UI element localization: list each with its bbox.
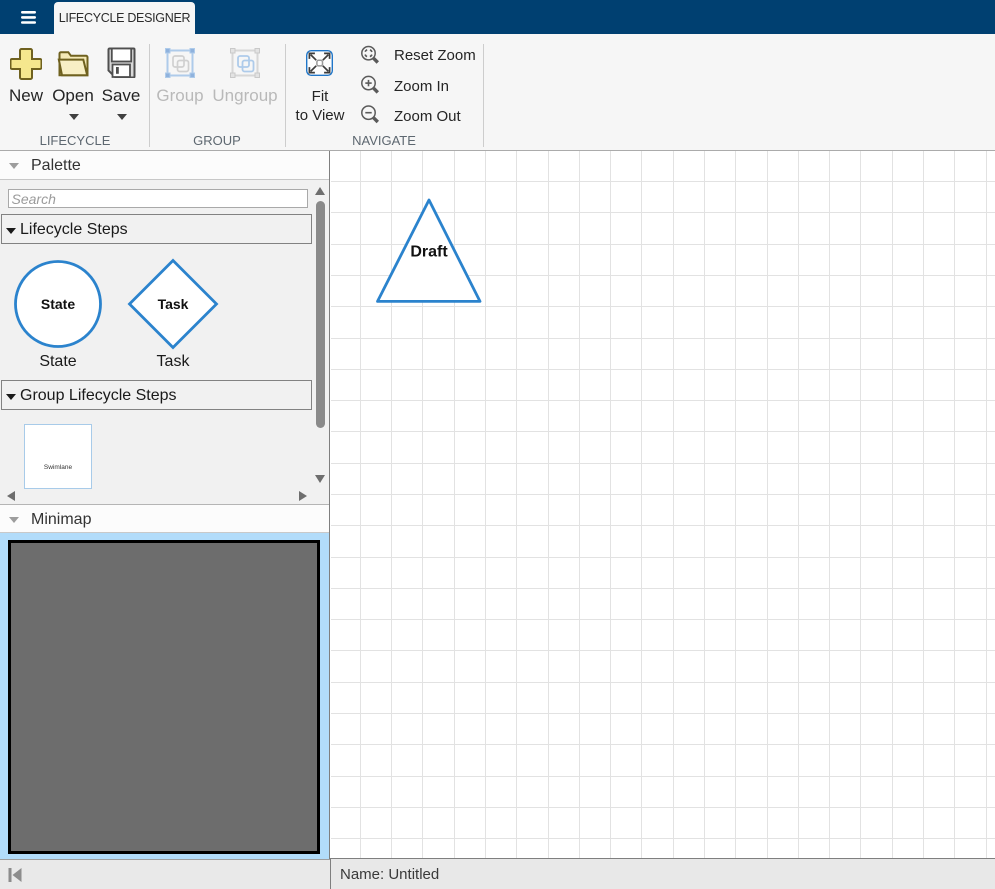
svg-text:State: State	[41, 296, 75, 312]
svg-text:Draft: Draft	[410, 244, 448, 261]
svg-text:Task: Task	[158, 296, 189, 312]
